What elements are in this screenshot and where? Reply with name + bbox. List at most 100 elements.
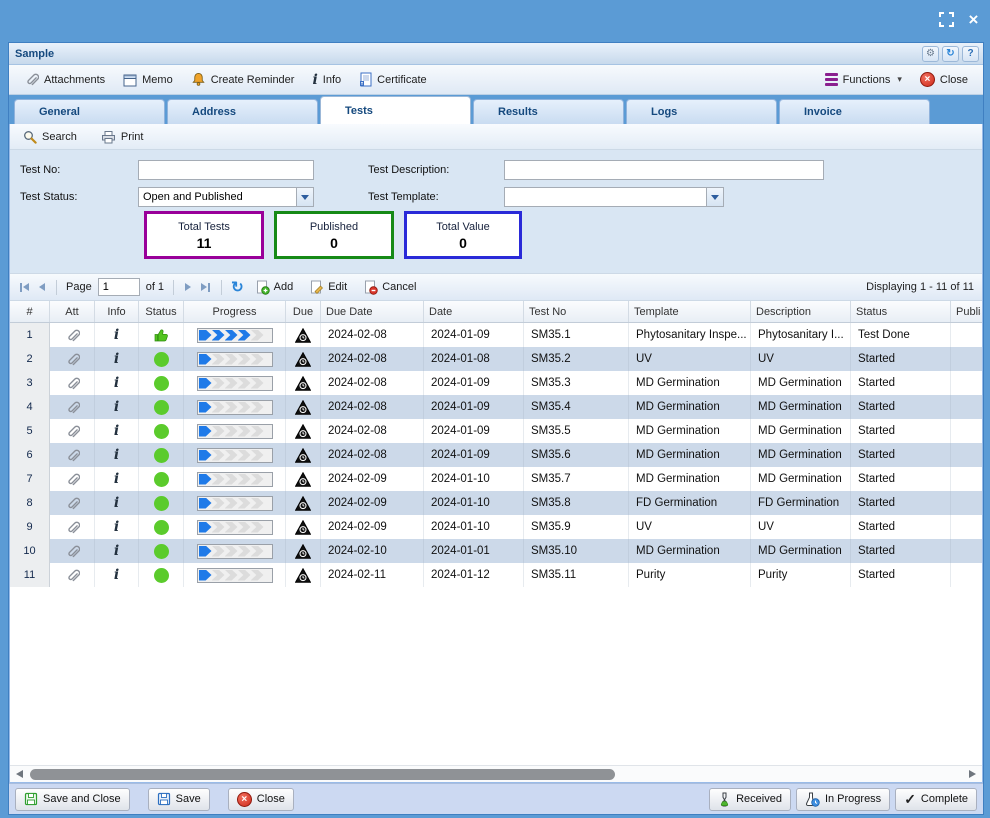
certificate-icon [359, 72, 372, 87]
attachment-cell[interactable] [50, 539, 95, 563]
col-header-att[interactable]: Att [50, 301, 95, 322]
page-number-input[interactable] [98, 278, 140, 296]
info-cell[interactable]: i [95, 467, 139, 491]
settings-gear-icon[interactable]: ⚙ [922, 46, 939, 62]
close-button[interactable]: × Close [913, 69, 975, 90]
table-row[interactable]: 9 i 2024-02-09 2024-01-10 SM35.9 UV UV [10, 515, 982, 539]
info-cell[interactable]: i [95, 395, 139, 419]
col-header-progress[interactable]: Progress [184, 301, 286, 322]
attachment-cell[interactable] [50, 347, 95, 371]
table-row[interactable]: 8 i 2024-02-09 2024-01-10 SM35.8 FD Germ… [10, 491, 982, 515]
received-button[interactable]: Received [709, 788, 791, 811]
help-icon[interactable]: ? [962, 46, 979, 62]
grid-refresh-icon[interactable]: ↻ [231, 280, 244, 295]
last-page-button[interactable] [199, 281, 212, 294]
next-page-button[interactable] [183, 281, 193, 293]
attachment-cell[interactable] [50, 395, 95, 419]
certificate-button[interactable]: Certificate [352, 69, 434, 90]
attachment-cell[interactable] [50, 323, 95, 347]
info-cell[interactable]: i [95, 515, 139, 539]
table-row[interactable]: 6 i 2024-02-08 2024-01-09 SM35.6 MD Germ… [10, 443, 982, 467]
table-row[interactable]: 3 i 2024-02-08 2024-01-09 SM35.3 MD Germ… [10, 371, 982, 395]
info-cell[interactable]: i [95, 371, 139, 395]
col-header-published[interactable]: Publis [951, 301, 981, 322]
attachment-cell[interactable] [50, 419, 95, 443]
add-label: Add [274, 281, 294, 293]
tab-tests[interactable]: Tests [320, 96, 471, 124]
complete-button[interactable]: ✓ Complete [895, 788, 977, 811]
col-header-num[interactable]: # [10, 301, 50, 322]
attachment-cell[interactable] [50, 443, 95, 467]
col-header-date[interactable]: Date [424, 301, 524, 322]
save-button[interactable]: Save [148, 788, 210, 811]
tab-results[interactable]: Results [473, 99, 624, 124]
test-status-value[interactable] [139, 188, 296, 206]
col-header-info[interactable]: Info [95, 301, 139, 322]
tab-invoice[interactable]: Invoice [779, 99, 930, 124]
tab-logs[interactable]: Logs [626, 99, 777, 124]
col-header-due[interactable]: Due [286, 301, 321, 322]
table-row[interactable]: 10 i 2024-02-10 2024-01-01 SM35.10 MD Ge… [10, 539, 982, 563]
cancel-button[interactable]: Cancel [358, 278, 421, 297]
search-button[interactable]: Search [16, 127, 84, 147]
attachment-cell[interactable] [50, 515, 95, 539]
table-row[interactable]: 1 i 2024-02-08 2024-01-09 SM35. [10, 323, 982, 347]
tab-address[interactable]: Address [167, 99, 318, 124]
table-row[interactable]: 2 i 2024-02-08 2024-01-08 SM35.2 UV UV [10, 347, 982, 371]
fullscreen-icon[interactable] [938, 11, 955, 28]
memo-button[interactable]: Memo [116, 70, 180, 90]
published-cell [951, 419, 981, 443]
test-template-combo[interactable] [504, 187, 724, 207]
test-template-value[interactable] [505, 188, 706, 206]
info-cell[interactable]: i [95, 347, 139, 371]
info-cell[interactable]: i [95, 539, 139, 563]
previous-page-button[interactable] [37, 281, 47, 293]
table-row[interactable]: 5 i 2024-02-08 2024-01-09 SM35.5 MD Germ… [10, 419, 982, 443]
close-footer-button[interactable]: × Close [228, 788, 294, 811]
info-cell[interactable]: i [95, 563, 139, 587]
status-green-dot-icon [154, 544, 169, 559]
test-status-dropdown-icon[interactable] [296, 188, 313, 206]
create-reminder-button[interactable]: Create Reminder [184, 69, 302, 90]
window-close-icon[interactable]: × [965, 11, 982, 28]
col-header-template[interactable]: Template [629, 301, 751, 322]
functions-button[interactable]: Functions ▾ [818, 70, 909, 89]
col-header-due-date[interactable]: Due Date [321, 301, 424, 322]
edit-button[interactable]: Edit [304, 278, 352, 297]
test-status-combo[interactable] [138, 187, 314, 207]
scroll-right-icon[interactable] [969, 770, 976, 778]
first-page-button[interactable] [18, 281, 31, 294]
print-button[interactable]: Print [94, 127, 151, 147]
total-tests-box: Total Tests 11 [144, 211, 264, 259]
col-header-test-no[interactable]: Test No [524, 301, 629, 322]
scrollbar-thumb[interactable] [30, 769, 615, 780]
table-row[interactable]: 11 i 2024-02-11 2024-01-12 SM35.11 Purit… [10, 563, 982, 587]
test-description-input[interactable] [504, 160, 824, 180]
tab-general[interactable]: General [14, 99, 165, 124]
scroll-left-icon[interactable] [16, 770, 23, 778]
add-button[interactable]: Add [250, 278, 299, 297]
attachment-cell[interactable] [50, 563, 95, 587]
template-cell: MD Germination [629, 419, 751, 443]
in-progress-button[interactable]: In Progress [796, 788, 890, 811]
table-row[interactable]: 7 i 2024-02-09 2024-01-10 SM35.7 MD Germ… [10, 467, 982, 491]
attachment-cell[interactable] [50, 371, 95, 395]
warning-triangle-icon [295, 568, 311, 583]
attachments-button[interactable]: Attachments [17, 69, 112, 90]
save-and-close-button[interactable]: Save and Close [15, 788, 130, 811]
col-header-status[interactable]: Status [139, 301, 184, 322]
refresh-icon[interactable]: ↻ [942, 46, 959, 62]
horizontal-scrollbar[interactable] [10, 765, 982, 782]
attachment-cell[interactable] [50, 491, 95, 515]
info-button[interactable]: i Info [305, 70, 348, 90]
info-cell[interactable]: i [95, 323, 139, 347]
test-no-input[interactable] [138, 160, 314, 180]
col-header-status2[interactable]: Status [851, 301, 951, 322]
col-header-description[interactable]: Description [751, 301, 851, 322]
info-cell[interactable]: i [95, 419, 139, 443]
table-row[interactable]: 4 i 2024-02-08 2024-01-09 SM35.4 MD Germ… [10, 395, 982, 419]
info-cell[interactable]: i [95, 443, 139, 467]
info-cell[interactable]: i [95, 491, 139, 515]
attachment-cell[interactable] [50, 467, 95, 491]
test-template-dropdown-icon[interactable] [706, 188, 723, 206]
